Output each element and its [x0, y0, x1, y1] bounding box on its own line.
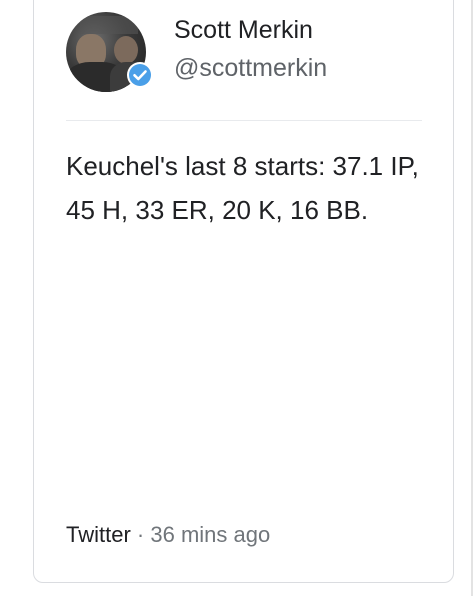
adjacent-card-edge — [471, 0, 473, 596]
divider — [66, 120, 422, 121]
tweet-footer: Twitter · 36 mins ago — [66, 522, 270, 548]
author-handle[interactable]: @scottmerkin — [174, 54, 327, 83]
timestamp: 36 mins ago — [150, 522, 271, 547]
source-label[interactable]: Twitter — [66, 522, 131, 547]
footer-separator: · — [136, 522, 145, 547]
verified-badge-icon — [127, 62, 153, 88]
author-name[interactable]: Scott Merkin — [174, 16, 313, 45]
tweet-text: Keuchel's last 8 starts: 37.1 IP, 45 H, … — [66, 151, 419, 225]
